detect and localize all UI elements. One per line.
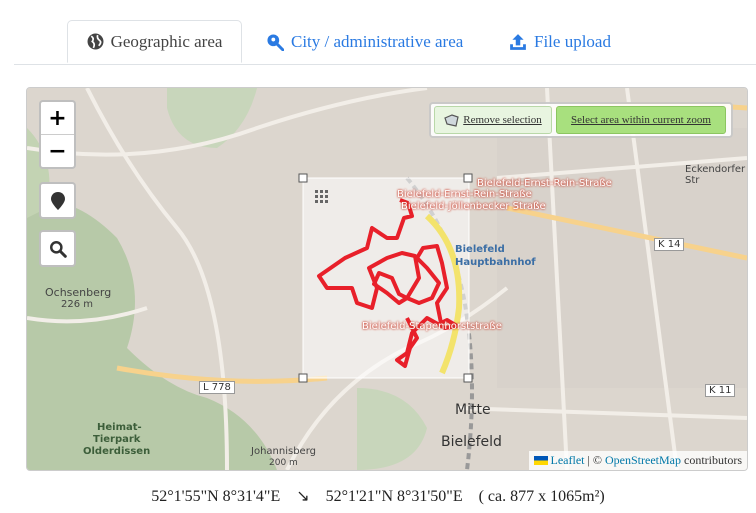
globe-icon — [87, 33, 104, 50]
map-label-eckendorfer: Eckendorfer Str — [685, 164, 746, 186]
tab-label: City / administrative area — [291, 31, 464, 51]
map-label-mitte: Mitte — [455, 402, 491, 418]
map-label-bielefeld: Bielefeld — [441, 434, 502, 450]
tab-city-administrative-area[interactable]: City / administrative area — [266, 20, 463, 63]
zoom-out-button[interactable]: − — [41, 134, 74, 167]
attribution-contributors: contributors — [684, 453, 742, 467]
zoom-in-button[interactable]: + — [41, 102, 74, 134]
map-label-ernst-rein-1: Bielefeld-Ernst-Rein-Straße — [477, 178, 612, 189]
map-label-johannisberg: Johannisberg — [251, 446, 316, 457]
map-label-ochsenberg: Ochsenberg — [45, 286, 112, 299]
corner2-coordinates: 52°1'21"N 8°31'50"E — [325, 488, 463, 505]
area-size: ( ca. 877 x 1065m²) — [478, 488, 605, 505]
tab-bar: Geographic area City / administrative ar… — [14, 0, 756, 65]
map-label-hauptbahnhof: Bielefeld Hauptbahnhof — [455, 244, 536, 268]
map-label-johannisberg-height: 200 m — [269, 458, 298, 468]
map-label-stapenhorst: Bielefeld-Stapenhorststraße — [362, 321, 502, 332]
arrow-icon: ↘ — [296, 488, 310, 505]
map-label-l778: L 778 — [199, 381, 235, 394]
map-label-heimat: Heimat- — [97, 422, 142, 433]
upload-icon — [510, 33, 526, 50]
corner1-coordinates: 52°1'55"N 8°31'4"E — [151, 488, 281, 505]
select-area-current-zoom-button[interactable]: Select area within current zoom — [556, 106, 726, 134]
ukraine-flag-icon — [533, 456, 548, 465]
remove-selection-label: Remove selection — [463, 114, 542, 126]
coordinates-readout: 52°1'55"N 8°31'4"E ↘ 52°1'21"N 8°31'50"E… — [0, 486, 756, 506]
openstreetmap-link[interactable]: OpenStreetMap — [605, 453, 681, 468]
polygon-icon — [444, 113, 459, 127]
map-label-jollenbecker: Bielefeld-Jöllenbecker Straße — [401, 201, 546, 212]
select-area-current-zoom-label: Select area within current zoom — [571, 114, 711, 126]
map-label-olderdissen: Olderdissen — [83, 446, 151, 457]
map-attribution: Leaflet | © OpenStreetMap contributors — [528, 451, 747, 470]
map-label-ochsenberg-height: 226 m — [61, 299, 94, 310]
attribution-separator: | © — [587, 453, 603, 467]
zoom-control: + − — [39, 100, 76, 169]
selection-controls: Remove selection Select area within curr… — [429, 102, 733, 138]
map-search-button[interactable] — [39, 230, 76, 267]
locate-button[interactable] — [39, 182, 76, 219]
tab-label: Geographic area — [110, 31, 223, 51]
tab-geographic-area[interactable]: Geographic area — [67, 20, 242, 63]
map-tiles[interactable] — [27, 88, 747, 470]
tab-file-upload[interactable]: File upload — [509, 20, 611, 63]
remove-selection-button[interactable]: Remove selection — [434, 106, 552, 134]
leaflet-link[interactable]: Leaflet — [551, 453, 585, 468]
map-label-k11: K 11 — [705, 384, 736, 397]
search-location-icon — [267, 33, 284, 51]
tab-label: File upload — [534, 31, 611, 51]
map-label-tierpark: Tierpark — [93, 434, 141, 445]
map-container[interactable]: Bielefeld-Ernst-Rein-Straße Bielefeld-Er… — [26, 87, 748, 471]
map-marker-icon — [50, 191, 65, 210]
map-label-k14: K 14 — [654, 238, 685, 251]
search-icon — [49, 240, 67, 258]
map-label-ernst-rein-2: Bielefeld-Ernst-Rein-Straße — [397, 189, 532, 200]
